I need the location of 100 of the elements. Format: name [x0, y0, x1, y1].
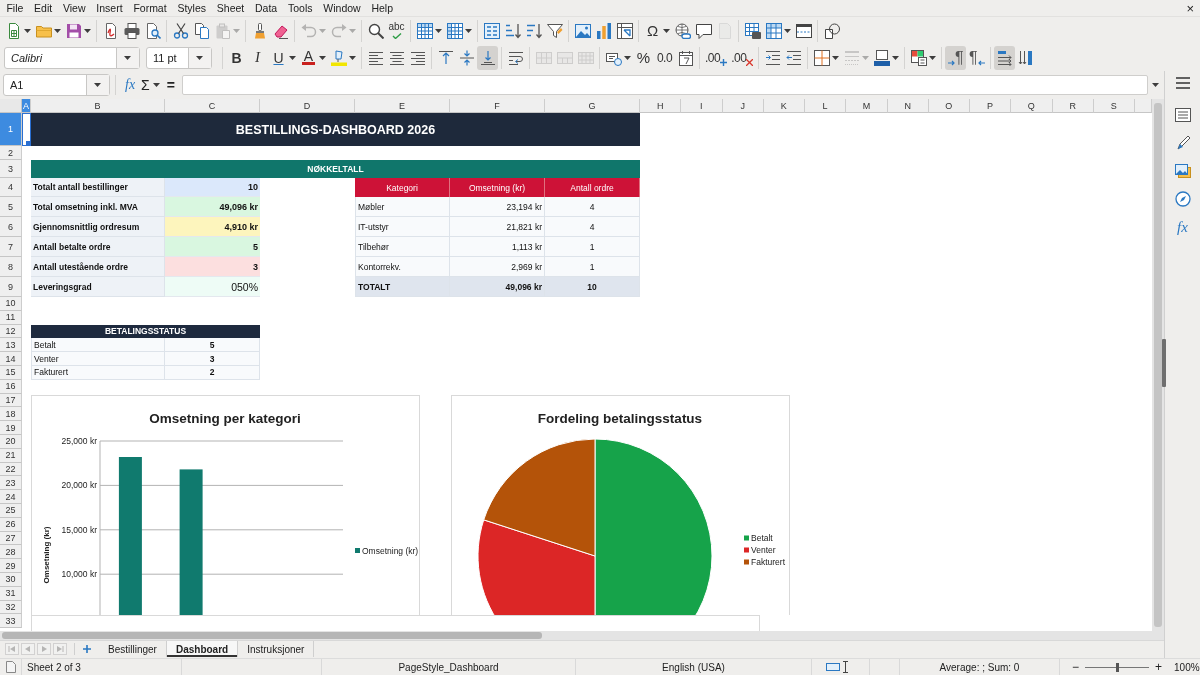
gallery-icon[interactable]: [1174, 163, 1191, 179]
horizontal-scrollbar[interactable]: [0, 631, 1164, 640]
column-header[interactable]: B: [31, 99, 165, 113]
row-header[interactable]: 7: [0, 237, 22, 257]
selection-mode-icon[interactable]: [826, 663, 840, 671]
caret-icon[interactable]: [1151, 83, 1159, 87]
row-header[interactable]: 5: [0, 197, 22, 217]
add-decimal-button[interactable]: .00: [703, 45, 730, 70]
row-header[interactable]: 14: [0, 352, 22, 366]
menu-icon[interactable]: [1175, 77, 1190, 89]
speech-bubble-icon[interactable]: [695, 22, 712, 39]
zoom-in-button[interactable]: +: [1153, 660, 1165, 674]
row-header[interactable]: 28: [0, 545, 22, 560]
text-direction-button[interactable]: [994, 45, 1016, 70]
menu-item[interactable]: Insert: [90, 0, 128, 16]
filter-icon[interactable]: [546, 22, 563, 39]
row-header[interactable]: 3: [0, 160, 22, 178]
column-header[interactable]: O: [928, 99, 970, 113]
close-button[interactable]: ×: [1183, 0, 1197, 16]
menu-item[interactable]: Styles: [172, 0, 212, 16]
font-name-box[interactable]: Calibri: [4, 46, 140, 69]
caret-icon[interactable]: [465, 28, 472, 33]
align-top-icon[interactable]: [437, 49, 454, 66]
menu-item[interactable]: View: [57, 0, 91, 16]
row-header[interactable]: 10: [0, 297, 22, 311]
name-box[interactable]: A1: [3, 74, 110, 96]
percent-format-button[interactable]: %: [633, 45, 654, 70]
underline-button[interactable]: U: [268, 45, 289, 70]
fill-handle-icon[interactable]: [26, 141, 30, 145]
conditional-format-icon[interactable]: [910, 49, 927, 66]
split-window-icon[interactable]: [795, 22, 812, 39]
caret-icon[interactable]: [663, 28, 670, 33]
caret-icon[interactable]: [784, 28, 791, 33]
menu-item[interactable]: Tools: [282, 0, 318, 16]
image-icon[interactable]: [574, 22, 591, 39]
column-header[interactable]: C: [165, 99, 260, 113]
caret-icon[interactable]: [123, 55, 131, 60]
menu-item[interactable]: Data: [249, 0, 283, 16]
left-to-right-button[interactable]: ¶: [945, 45, 967, 70]
row-header[interactable]: 8: [0, 257, 22, 277]
spelling-button[interactable]: abc: [386, 18, 407, 43]
right-to-left-button[interactable]: ¶: [966, 45, 988, 70]
italic-button[interactable]: I: [247, 45, 268, 70]
special-character-button[interactable]: Ω: [642, 18, 663, 43]
caret-icon[interactable]: [289, 55, 296, 60]
column-header[interactable]: Q: [1011, 99, 1053, 113]
copy-icon[interactable]: [193, 22, 210, 39]
function-wizard-button[interactable]: fx: [122, 76, 139, 94]
sidebar-grip[interactable]: [1162, 339, 1166, 387]
properties-icon[interactable]: [1174, 107, 1191, 123]
column-header[interactable]: P: [970, 99, 1012, 113]
row-header[interactable]: 19: [0, 421, 22, 435]
column-header[interactable]: E: [355, 99, 450, 113]
indent-icon[interactable]: [764, 49, 781, 66]
scissors-icon[interactable]: [172, 22, 189, 39]
row-header[interactable]: 13: [0, 338, 22, 353]
number-format-button[interactable]: 0.0: [654, 45, 675, 70]
column-header[interactable]: G: [545, 99, 640, 113]
caret-icon[interactable]: [54, 28, 61, 33]
scrollbar-thumb[interactable]: [2, 632, 542, 639]
pen-icon[interactable]: [1174, 135, 1191, 151]
row-header[interactable]: 1: [0, 113, 22, 146]
sort-ascending-icon[interactable]: [504, 22, 521, 39]
outdent-icon[interactable]: [785, 49, 802, 66]
search-icon[interactable]: [367, 22, 384, 39]
zoom-slider-thumb[interactable]: [1115, 662, 1119, 672]
column-header[interactable]: N: [887, 99, 929, 113]
font-size-box[interactable]: 11 pt: [146, 46, 212, 69]
print-area-icon[interactable]: [744, 22, 761, 39]
sum-button[interactable]: Σ: [138, 76, 153, 94]
align-left-icon[interactable]: [367, 49, 384, 66]
compass-icon[interactable]: [1174, 191, 1191, 207]
wrap-text-icon[interactable]: [507, 49, 524, 66]
sheet-tab[interactable]: Bestillinger: [99, 641, 167, 657]
menu-item[interactable]: Edit: [28, 0, 58, 16]
caret-icon[interactable]: [24, 28, 31, 33]
row-header[interactable]: 18: [0, 407, 22, 422]
column-header[interactable]: D: [260, 99, 355, 113]
add-sheet-icon[interactable]: [83, 645, 91, 653]
sort-descending-icon[interactable]: [525, 22, 542, 39]
formula-button[interactable]: =: [163, 76, 178, 94]
column-header[interactable]: R: [1052, 99, 1094, 113]
caret-icon[interactable]: [892, 55, 900, 60]
column-header[interactable]: M: [846, 99, 888, 113]
column-header[interactable]: F: [450, 99, 545, 113]
menu-item[interactable]: Sheet: [211, 0, 250, 16]
caret-icon[interactable]: [195, 55, 203, 60]
column-header[interactable]: S: [1093, 99, 1135, 113]
table-columns-icon[interactable]: [446, 22, 463, 39]
calendar-icon[interactable]: [677, 49, 694, 66]
vertical-text-icon[interactable]: [1017, 49, 1034, 66]
sheet-tab[interactable]: Dashboard: [166, 641, 239, 657]
column-header[interactable]: I: [681, 99, 723, 113]
align-right-icon[interactable]: [409, 49, 426, 66]
column-header[interactable]: L: [805, 99, 847, 113]
menu-item[interactable]: Format: [128, 0, 173, 16]
shapes-icon[interactable]: [823, 22, 840, 39]
row-header[interactable]: 24: [0, 490, 22, 504]
caret-icon[interactable]: [349, 55, 356, 60]
border-color-icon[interactable]: [873, 49, 890, 66]
